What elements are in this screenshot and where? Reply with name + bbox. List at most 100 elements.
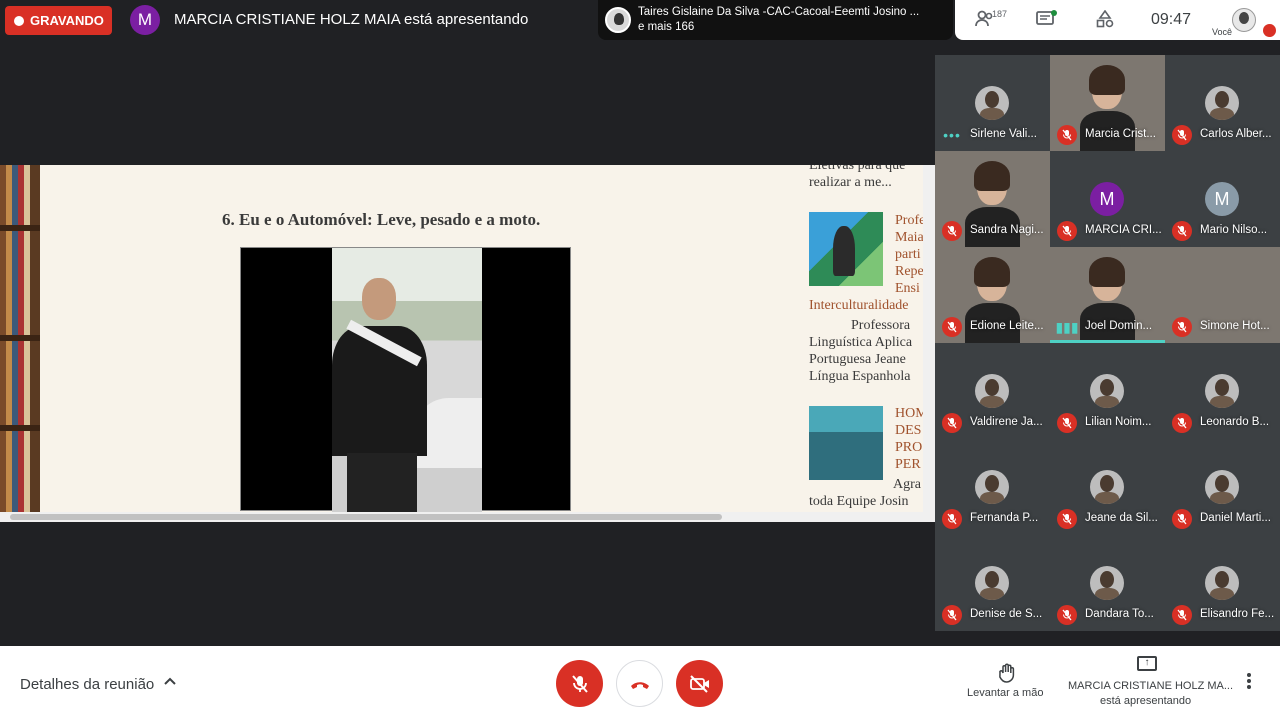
post1-title-2[interactable]: Maia — [895, 229, 924, 246]
participant-name: Joel Domin... — [1085, 320, 1153, 332]
participant-avatar — [1205, 86, 1239, 120]
participant-avatar: M — [1090, 182, 1124, 216]
video-frame-image — [332, 248, 482, 512]
participant-tile[interactable]: Daniel Marti... — [1165, 439, 1280, 535]
participant-name: Sandra Nagi... — [970, 224, 1044, 236]
post1-body-3: Portuguesa Jeane — [809, 352, 906, 367]
participant-name: Leonardo B... — [1200, 416, 1270, 428]
raise-hand-label[interactable]: Levantar a mão — [967, 687, 1043, 699]
post1-title-5[interactable]: Ensi — [895, 280, 920, 297]
post2-body-1: Agra — [893, 477, 921, 492]
participant-name: Carlos Alber... — [1200, 128, 1272, 140]
chevron-up-icon[interactable] — [163, 673, 177, 691]
mic-off-icon — [1172, 317, 1192, 337]
chat-notification-dot — [1051, 10, 1057, 16]
mic-off-icon — [942, 413, 962, 433]
more-options-icon[interactable] — [1246, 672, 1252, 695]
bottom-bar: Detalhes da reunião Levantar a mão ↑ MAR… — [0, 646, 1280, 720]
participant-tile[interactable]: ▮▮▮ Joel Domin... — [1050, 247, 1165, 343]
people-count: 187 — [992, 9, 1008, 19]
participant-name: Jeane da Sil... — [1085, 512, 1158, 524]
microphone-toggle-button[interactable] — [556, 660, 603, 707]
speaker-name: Taires Gislaine Da Silva -CAC-Cacoal-Eee… — [638, 6, 920, 18]
participant-tile[interactable]: Dandara To... — [1050, 535, 1165, 631]
participant-tile[interactable]: Carlos Alber... — [1165, 55, 1280, 151]
participant-tile[interactable]: M Mario Nilso... — [1165, 151, 1280, 247]
participant-name: Simone Hot... — [1200, 320, 1270, 332]
camera-off-icon — [689, 674, 709, 693]
blog-snippet-top-1: Eletivas para que — [809, 165, 906, 173]
participant-tile[interactable]: Marcia Crist... — [1050, 55, 1165, 151]
mic-off-icon — [942, 317, 962, 337]
mic-off-icon — [1172, 605, 1192, 625]
post1-title-line[interactable]: Interculturalidade — [809, 297, 909, 314]
vertical-scrollbar[interactable] — [923, 165, 935, 515]
speaking-indicator-icon: ▮▮▮ — [1055, 318, 1079, 335]
participant-avatar — [1205, 374, 1239, 408]
self-mic-off-icon — [1263, 24, 1276, 37]
participant-avatar — [1205, 470, 1239, 504]
leave-call-button[interactable] — [616, 660, 663, 707]
embedded-video[interactable] — [240, 247, 571, 512]
post2-title-3[interactable]: PRO — [895, 439, 922, 456]
bookshelf-image — [0, 165, 40, 515]
participant-avatar — [1090, 374, 1124, 408]
participant-name: Elisandro Fe... — [1200, 608, 1275, 620]
participant-name: Lilian Noim... — [1085, 416, 1152, 428]
activities-icon[interactable] — [1096, 9, 1114, 33]
post1-body-4: Língua Espanhola — [809, 369, 911, 384]
blog-post-thumbnail[interactable] — [809, 212, 883, 286]
mic-off-icon — [1172, 413, 1192, 433]
post1-title-1[interactable]: Profe — [895, 212, 925, 229]
participant-tile[interactable]: Fernanda P... — [935, 439, 1050, 535]
participant-tile[interactable]: M MARCIA CRI... — [1050, 151, 1165, 247]
mic-off-icon — [942, 221, 962, 241]
self-avatar[interactable] — [1232, 8, 1256, 32]
participant-tile[interactable]: Lilian Noim... — [1050, 343, 1165, 439]
post1-title-4[interactable]: Repe — [895, 263, 924, 280]
participant-grid: ••• Sirlene Vali... Marcia Crist... Carlos … — [935, 55, 1280, 631]
participant-name: Edione Leite... — [970, 320, 1044, 332]
horizontal-scrollbar[interactable] — [0, 512, 935, 522]
self-label: Você — [1212, 27, 1233, 37]
presenting-name[interactable]: MARCIA CRISTIANE HOLZ MA... — [1068, 680, 1233, 692]
participant-tile[interactable]: Elisandro Fe... — [1165, 535, 1280, 631]
raise-hand-icon[interactable] — [998, 663, 1016, 688]
participant-name: Fernanda P... — [970, 512, 1039, 524]
camera-toggle-button[interactable] — [676, 660, 723, 707]
post2-body-2: toda Equipe Josin — [809, 494, 909, 509]
participant-tile[interactable]: Valdirene Ja... — [935, 343, 1050, 439]
post1-body-2: Linguística Aplica — [809, 335, 913, 350]
participant-tile[interactable]: ••• Sirlene Vali... — [935, 55, 1050, 151]
participant-tile[interactable]: Simone Hot... — [1165, 247, 1280, 343]
participant-tile[interactable]: Denise de S... — [935, 535, 1050, 631]
presenter-avatar: M — [130, 5, 160, 35]
participant-tile[interactable]: Jeane da Sil... — [1050, 439, 1165, 535]
presenting-status: está apresentando — [1100, 695, 1192, 707]
participant-avatar: M — [1205, 182, 1239, 216]
presentation-stage: 6. Eu e o Automóvel: Leve, pesado e a mo… — [0, 40, 935, 646]
recording-label: GRAVANDO — [30, 13, 104, 28]
participant-tile[interactable]: Leonardo B... — [1165, 343, 1280, 439]
meeting-details-button[interactable]: Detalhes da reunião — [20, 676, 154, 693]
mic-off-icon — [1172, 221, 1192, 241]
post2-title-2[interactable]: DES — [895, 422, 921, 439]
more-dots-icon: ••• — [943, 127, 961, 143]
scrollbar-thumb[interactable] — [10, 514, 722, 520]
post1-title-3[interactable]: parti — [895, 246, 921, 263]
active-speaker-box[interactable]: Taires Gislaine Da Silva -CAC-Cacoal-Eee… — [598, 0, 953, 40]
participant-avatar — [1090, 566, 1124, 600]
mic-off-icon — [1172, 125, 1192, 145]
mic-off-icon — [1057, 605, 1077, 625]
participant-name: MARCIA CRI... — [1085, 224, 1162, 236]
present-screen-icon[interactable]: ↑ — [1137, 656, 1157, 671]
blog-post-thumbnail[interactable] — [809, 406, 883, 480]
post2-title-4[interactable]: PER — [895, 456, 921, 473]
participant-name: Valdirene Ja... — [970, 416, 1043, 428]
participant-name: Daniel Marti... — [1200, 512, 1271, 524]
participant-avatar — [975, 86, 1009, 120]
post1-body-1: Professora — [851, 318, 911, 333]
participant-tile[interactable]: Edione Leite... — [935, 247, 1050, 343]
participant-tile[interactable]: Sandra Nagi... — [935, 151, 1050, 247]
participant-avatar — [1090, 470, 1124, 504]
